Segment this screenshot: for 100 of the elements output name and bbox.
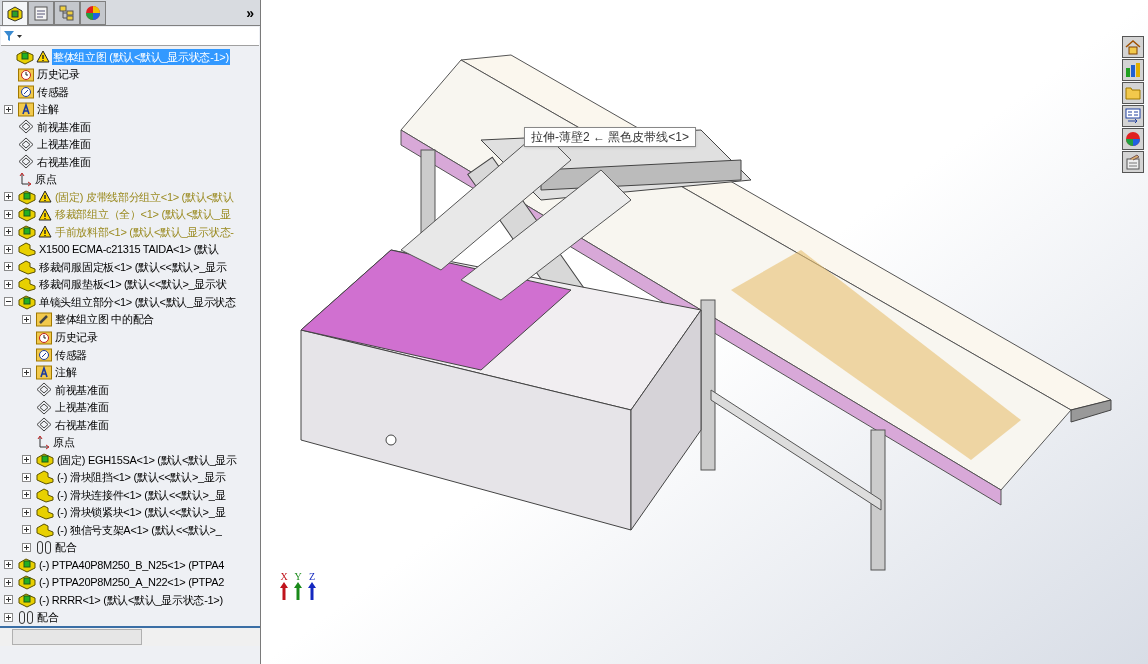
- tree-item[interactable]: 原点: [34, 171, 58, 188]
- tree-item[interactable]: 整体组立图 中的配合: [54, 311, 156, 328]
- task-pane-tab[interactable]: [1122, 151, 1144, 173]
- assembly-icon: [18, 223, 36, 240]
- expand-icon[interactable]: [4, 560, 13, 570]
- clock-folder-icon: [18, 66, 34, 82]
- task-pane-tab[interactable]: [1122, 128, 1144, 150]
- part-icon: [18, 241, 36, 258]
- gauge-folder-icon: [36, 347, 52, 362]
- task-pane-tab[interactable]: [1122, 82, 1144, 104]
- axis-label: Y: [294, 572, 302, 582]
- filter-icon[interactable]: [3, 30, 23, 42]
- expand-icon[interactable]: [22, 472, 31, 482]
- document-icon: [33, 5, 49, 21]
- expand-icon[interactable]: [4, 612, 13, 622]
- tree-item[interactable]: (-) RRRR<1> (默认<默认_显示状态-1>): [38, 591, 224, 608]
- tree-item[interactable]: 历史记录: [54, 329, 99, 345]
- axis-label: Z: [308, 572, 316, 582]
- tree-item[interactable]: 上视基准面: [54, 399, 110, 416]
- tree-item[interactable]: (-) 滑块连接件<1> (默认<<默认>_显: [56, 486, 227, 503]
- tree-item[interactable]: (-) 滑块锁紧块<1> (默认<<默认>_显: [56, 504, 227, 521]
- cube-icon: [6, 5, 24, 22]
- assembly-icon: [16, 48, 34, 65]
- color-ball-icon: [1125, 131, 1141, 147]
- expand-icon[interactable]: [4, 244, 13, 254]
- letter-a-folder-icon: [36, 364, 52, 380]
- part-icon: [36, 504, 54, 521]
- origin-icon: [18, 171, 32, 187]
- tree-item[interactable]: (-) PTPA40P8M250_B_N25<1> (PTPA4: [38, 556, 226, 573]
- expand-icon[interactable]: [22, 507, 31, 517]
- expand-icon[interactable]: [4, 595, 13, 605]
- tree-item[interactable]: 移裁伺服垫板<1> (默认<<默认>_显示状: [38, 276, 228, 293]
- expand-icon[interactable]: [4, 227, 13, 237]
- assembly-icon: [18, 206, 36, 223]
- assembly-icon: [18, 556, 36, 573]
- tree-item[interactable]: (-) PTPA20P8M250_A_N22<1> (PTPA2: [38, 574, 226, 591]
- house-icon: [1125, 39, 1141, 55]
- tree-item[interactable]: 注解: [54, 364, 78, 381]
- gauge-folder-icon: [18, 84, 34, 100]
- tree-item[interactable]: (-) 独信号支架A<1> (默认<<默认>_: [56, 521, 223, 538]
- tree-item[interactable]: 前视基准面: [36, 118, 92, 135]
- task-pane-tab[interactable]: [1122, 36, 1144, 58]
- plane-icon: [18, 136, 34, 152]
- assembly-icon: [18, 574, 36, 591]
- expand-icon[interactable]: [4, 262, 13, 272]
- plane-icon: [36, 417, 52, 433]
- tree-item[interactable]: 配合: [36, 609, 60, 626]
- horizontal-scrollbar[interactable]: [12, 629, 142, 645]
- expand-icon[interactable]: [22, 315, 31, 324]
- assembly-icon: [36, 451, 54, 468]
- collapse-icon[interactable]: [4, 297, 13, 307]
- letter-a-folder-icon: [18, 101, 34, 117]
- clock-folder-icon: [36, 329, 52, 345]
- panel-tab[interactable]: [80, 1, 106, 25]
- tree-item[interactable]: 原点: [52, 434, 76, 451]
- task-pane-tab[interactable]: [1122, 59, 1144, 81]
- tree-item[interactable]: 传感器: [54, 346, 89, 363]
- tree-item[interactable]: (-) 滑块阻挡<1> (默认<<默认>_显示: [56, 469, 227, 486]
- tree-item[interactable]: 移裁伺服固定板<1> (默认<<默认>_显示: [38, 258, 228, 275]
- tree-item[interactable]: X1500 ECMA-c21315 TAIDA<1> (默认: [38, 241, 220, 258]
- tree-item[interactable]: 配合: [54, 539, 78, 556]
- expand-icon[interactable]: [22, 367, 31, 377]
- expand-icon[interactable]: [4, 104, 13, 114]
- hierarchy-icon: [59, 5, 75, 21]
- expand-icon[interactable]: [4, 209, 13, 219]
- expand-icon[interactable]: [4, 279, 13, 289]
- clipboard-icon: [1125, 154, 1141, 170]
- expand-icon[interactable]: [22, 490, 31, 500]
- part-icon: [36, 486, 54, 503]
- task-pane-tab[interactable]: [1122, 105, 1144, 127]
- expand-icon[interactable]: [22, 455, 31, 465]
- axis-label: X: [280, 572, 288, 582]
- tree-item[interactable]: 注解: [36, 101, 60, 118]
- plane-icon: [18, 154, 34, 170]
- part-icon: [36, 521, 54, 538]
- folder-icon: [1125, 85, 1141, 101]
- part-icon: [36, 469, 54, 486]
- expand-panel-button[interactable]: »: [240, 1, 260, 25]
- panel-tab[interactable]: [28, 1, 54, 25]
- plane-icon: [18, 119, 34, 135]
- part-icon: [18, 276, 36, 293]
- tree-item[interactable]: (固定) EGH15SA<1> (默认<默认_显示: [56, 451, 238, 468]
- part-icon: [18, 258, 36, 275]
- tree-item[interactable]: 右视基准面: [54, 416, 110, 433]
- expand-icon[interactable]: [22, 525, 31, 535]
- tree-item[interactable]: 右视基准面: [36, 153, 92, 170]
- expand-icon[interactable]: [22, 542, 31, 552]
- tree-item[interactable]: 上视基准面: [36, 136, 92, 153]
- tree-item[interactable]: 传感器: [36, 83, 71, 100]
- origin-icon: [36, 434, 50, 450]
- expand-icon[interactable]: [4, 192, 13, 202]
- tree-item[interactable]: 历史记录: [36, 66, 81, 83]
- tooltip: 拉伸-薄壁2 ← 黑色皮带线<1>: [524, 127, 697, 147]
- assembly-icon: [18, 293, 36, 310]
- expand-icon[interactable]: [4, 577, 13, 587]
- panel-tab[interactable]: [2, 1, 28, 25]
- paperclip-icon: [36, 539, 52, 555]
- paperclip-folder-icon: [36, 312, 52, 327]
- tree-item[interactable]: 单镜头组立部分<1> (默认<默认_显示状态: [38, 293, 237, 310]
- tree-item[interactable]: 前视基准面: [54, 381, 110, 398]
